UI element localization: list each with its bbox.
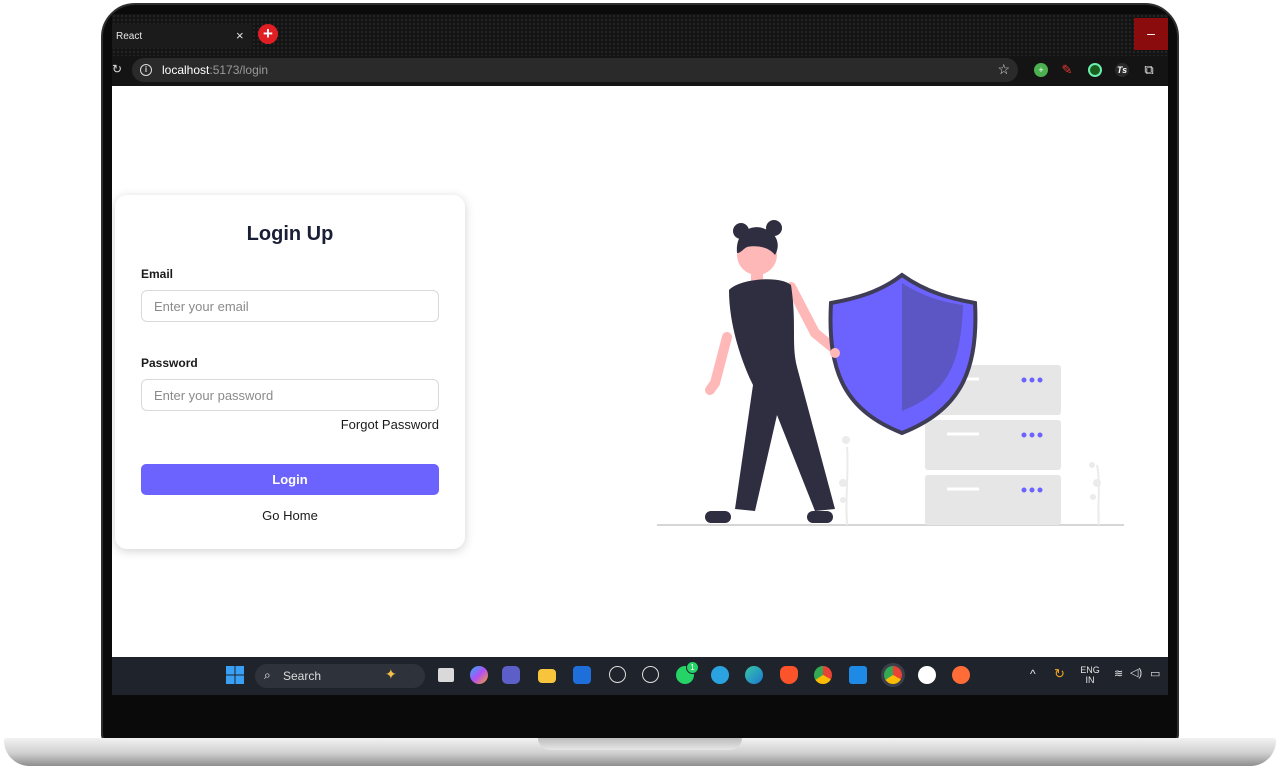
windows-logo-icon (226, 666, 244, 684)
sync-icon[interactable]: ↻ (1054, 666, 1065, 682)
dell-icon[interactable] (609, 666, 626, 683)
page-content: Login Up Email Password Forgot Password … (112, 87, 1168, 657)
url-input[interactable]: i localhost:5173/login ☆ (132, 58, 1018, 82)
vscode-icon[interactable] (849, 666, 867, 684)
password-input[interactable] (141, 379, 439, 411)
whatsapp-icon[interactable]: 1 (676, 661, 699, 684)
teams-icon[interactable] (502, 666, 520, 684)
extension-target-icon[interactable] (1088, 63, 1102, 77)
site-info-icon[interactable]: i (140, 64, 152, 76)
battery-icon[interactable]: ▭ (1150, 667, 1160, 680)
taskbar-search[interactable]: ⌕ Search ✦ (255, 664, 425, 688)
url-host: localhost (162, 63, 210, 77)
task-view-icon[interactable] (438, 668, 454, 682)
bookmark-star-icon[interactable]: ☆ (997, 61, 1010, 78)
mongodb-icon[interactable] (918, 666, 936, 684)
language-top: ENG (1080, 665, 1100, 675)
extensions-puzzle-icon[interactable]: ⧉ (1142, 63, 1156, 77)
browser-tab-bar: React × + – (112, 14, 1168, 56)
brave-icon[interactable] (780, 666, 798, 684)
file-explorer-icon[interactable] (538, 669, 556, 683)
url-text: localhost:5173/login (162, 63, 268, 77)
password-label: Password (141, 356, 198, 370)
tab-title: React (116, 30, 143, 42)
woman-figure (705, 220, 842, 523)
login-title: Login Up (246, 223, 334, 245)
wifi-icon[interactable]: ≋ (1114, 667, 1123, 680)
login-button[interactable]: Login (141, 464, 439, 495)
laptop-notch (538, 738, 742, 750)
chrome-icon[interactable] (814, 666, 832, 684)
language-indicator[interactable]: ENG IN (1080, 665, 1100, 685)
chrome-dev-icon[interactable] (884, 666, 902, 684)
hand (830, 348, 840, 358)
start-icon[interactable] (226, 666, 244, 684)
server-unit-middle (925, 420, 1061, 470)
forgot-password-link[interactable]: Forgot Password (341, 417, 439, 432)
reload-icon[interactable]: ↻ (112, 62, 122, 76)
whatsapp-badge: 1 (686, 661, 699, 674)
tray-chevron-up-icon[interactable]: ^ (1030, 667, 1036, 681)
openai-icon[interactable] (642, 666, 659, 683)
browser-tab-react[interactable]: React × (112, 24, 252, 48)
url-path: :5173/login (209, 63, 269, 77)
taskbar-search-label: Search (283, 669, 322, 683)
security-illustration (657, 220, 1124, 526)
volume-icon[interactable]: ◁) (1130, 666, 1142, 679)
browser-address-bar: ↻ i localhost:5173/login ☆ + ✎ Ts ⧉ (112, 56, 1168, 86)
store-icon[interactable] (573, 666, 591, 684)
login-card: Login Up Email Password Forgot Password … (115, 195, 465, 549)
copilot-icon[interactable] (470, 666, 488, 684)
go-home-link[interactable]: Go Home (115, 508, 465, 523)
language-bottom: IN (1085, 675, 1095, 685)
search-icon: ⌕ (264, 668, 271, 682)
telegram-icon[interactable] (711, 666, 729, 684)
screen: React × + – ↻ i localhost:5173/login ☆ +… (112, 14, 1168, 695)
extension-add-icon[interactable]: + (1034, 63, 1048, 77)
new-tab-button[interactable]: + (258, 24, 278, 44)
windows-taskbar: ⌕ Search ✦ 1 ^ ↻ ENG IN ≋ ◁) ▭ (112, 657, 1168, 695)
email-input[interactable] (141, 290, 439, 322)
server-unit-bottom (925, 475, 1061, 525)
extension-ts-icon[interactable]: Ts (1115, 63, 1129, 77)
tab-close-icon[interactable]: × (236, 28, 244, 44)
extension-pen-icon[interactable]: ✎ (1060, 63, 1074, 77)
postman-icon[interactable] (952, 666, 970, 684)
email-label: Email (141, 267, 174, 281)
minimize-button[interactable]: – (1134, 18, 1168, 50)
edge-icon[interactable] (745, 666, 763, 684)
search-highlight-icon: ✦ (385, 666, 397, 682)
